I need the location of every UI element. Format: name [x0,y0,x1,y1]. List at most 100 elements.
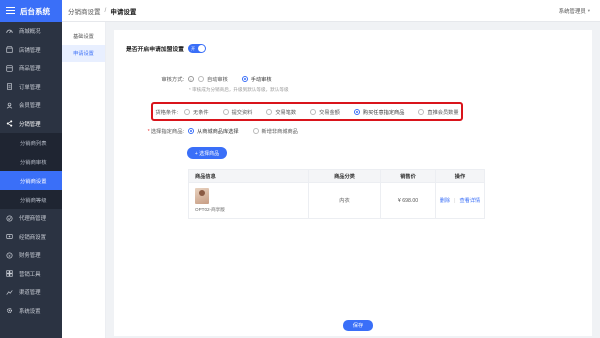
sidebar-item-system[interactable]: 系统设置 [0,302,62,321]
agent-icon [6,215,13,222]
sidebar: 后台系统 商城概况 店铺管理 商品管理 订单管理 会员管理 分销管理 分销商列表… [0,0,62,338]
radio-add-external[interactable]: 新增非商城商品 [252,128,298,135]
sidebar-item-order[interactable]: 订单管理 [0,78,62,97]
radio-manual-audit[interactable]: 手动审核 [241,76,272,83]
apply-toggle-row: 是否开启申请加盟设置 开 [126,44,206,53]
operation-cell: 删除 | 查看详情 [435,182,485,219]
radio-label: 交易金额 [319,109,340,116]
radio-label: 从商城商品库选择 [197,128,239,135]
delete-link[interactable]: 删除 [440,198,450,204]
sidebar-item-label: 订单管理 [19,84,41,91]
sidebar-item-dealer[interactable]: 经销商设置 [0,228,62,247]
tab-basic-settings[interactable]: 基础设置 [62,28,105,45]
menu-icon[interactable] [6,7,15,15]
sidebar-nav-lower: 代理商管理 经销商设置 ¥ 财务管理 营销工具 渠道管理 系统设置 [0,209,62,320]
gear-icon [6,308,13,314]
channel-icon [6,289,13,295]
radio-label: 无条件 [193,109,209,116]
sidebar-subitem-distributor-list[interactable]: 分销商列表 [0,133,62,152]
sidebar-item-store[interactable]: 店铺管理 [0,41,62,60]
sidebar-item-label: 分销管理 [19,121,41,128]
sidebar-item-label: 店铺管理 [19,47,41,54]
column-header: 销售价 [380,169,436,183]
info-icon: i [188,76,194,82]
sidebar-item-label: 渠道管理 [19,290,41,297]
radio-circle-icon [222,109,229,115]
audit-method-label: 审核方式: [161,77,184,83]
goods-source-label: *选择指定商品: [124,127,184,135]
radio-no-condition[interactable]: 无条件 [184,109,209,116]
radio-label: 直推会员数量 [427,109,459,116]
radio-checked-icon [241,76,248,82]
sidebar-item-label: 营销工具 [19,271,41,278]
product-thumbnail [195,188,209,204]
radio-circle-icon [418,109,425,115]
radio-trade-count[interactable]: 交易笔数 [266,109,296,116]
sidebar-item-channel[interactable]: 渠道管理 [0,283,62,302]
audit-method-row: 审核方式: i 自动审核 手动审核 [124,75,286,83]
toggle-knob [197,45,205,52]
marketing-icon [6,270,13,277]
divider: | [454,198,456,204]
radio-checked-icon [353,109,360,115]
required-mark: * [147,129,150,135]
radio-direct-members[interactable]: 直推会员数量 [418,109,459,116]
sidebar-item-label: 代理商管理 [19,216,46,223]
toggle-state-label: 开 [190,45,196,51]
radio-buy-specified-goods[interactable]: 购买任意指定商品 [353,109,405,116]
goods-source-label-text: 选择指定商品: [150,129,184,135]
sidebar-subitem-distributor-audit[interactable]: 分销商审核 [0,152,62,171]
column-header: 商品信息 [188,169,309,183]
sidebar-item-finance[interactable]: ¥ 财务管理 [0,246,62,265]
sidebar-subitem-distributor-settings[interactable]: 分销商设置 [0,171,62,190]
radio-circle-icon [198,76,204,82]
table-row: OPT02-商享版 内衣 ¥ 698.00 删除 | 查看详情 [188,182,485,219]
view-detail-link[interactable]: 查看详情 [459,198,480,204]
dealer-icon [6,234,13,240]
store-icon [6,46,13,53]
goods-icon [6,65,13,72]
goods-source-row: *选择指定商品: 从商城商品库选择 新增非商城商品 [124,127,312,135]
sidebar-item-goods[interactable]: 商品管理 [0,59,62,78]
radio-label: 新增非商城商品 [261,128,298,135]
speedometer-icon [6,29,13,33]
sidebar-submenu: 分销商列表 分销商审核 分销商设置 分销商等级 [0,133,62,209]
secondary-menu: 基础设置 申请设置 [62,22,106,338]
audit-hint: * 审核成为分销商后，升级到默认等级，默认等级 [189,87,289,92]
radio-trade-amount[interactable]: 交易金额 [310,109,340,116]
condition-label: 货格条件: [155,110,178,116]
radio-submit-info[interactable]: 提交资料 [222,109,252,116]
sidebar-subitem-distributor-level[interactable]: 分销商等级 [0,190,62,209]
user-name: 系统管理员 [558,8,586,15]
app-title: 后台系统 [20,6,50,16]
goods-table: 商品信息 商品分类 销售价 操作 OPT02-商享版 内衣 ¥ 698.00 删… [188,169,485,219]
radio-auto-audit[interactable]: 自动审核 [198,76,228,83]
price-cell: ¥ 698.00 [380,182,436,219]
sidebar-item-overview[interactable]: 商城概况 [0,22,62,41]
save-button[interactable]: 保存 [343,320,373,331]
sidebar-item-marketing[interactable]: 营销工具 [0,265,62,284]
sidebar-item-member[interactable]: 会员管理 [0,96,62,115]
radio-circle-icon [184,109,190,115]
tab-apply-settings[interactable]: 申请设置 [62,45,105,62]
main-panel: 是否开启申请加盟设置 开 审核方式: i 自动审核 手动审核 * 审核成为分销商… [114,30,592,336]
goods-info-cell: OPT02-商享版 [188,182,309,219]
chevron-down-icon: ▾ [587,7,590,13]
radio-label: 购买任意指定商品 [362,109,405,116]
user-icon [6,102,13,109]
user-menu[interactable]: 系统管理员 ▾ [559,7,590,15]
radio-from-library[interactable]: 从商城商品库选择 [188,128,239,135]
sidebar-item-agent[interactable]: 代理商管理 [0,209,62,228]
share-icon [6,120,13,127]
select-goods-button[interactable]: + 选择商品 [187,147,227,159]
condition-row: 货格条件: 无条件 提交资料 交易笔数 交易金额 购买任意指定商品 直推会员数量 [128,108,473,116]
radio-label: 手动审核 [250,76,272,83]
sidebar-item-label: 商城概况 [19,29,41,36]
svg-text:¥: ¥ [8,254,11,258]
sidebar-nav: 商城概况 店铺管理 商品管理 订单管理 会员管理 分销管理 [0,22,62,133]
sidebar-item-distribution[interactable]: 分销管理 [0,115,62,134]
breadcrumb-parent[interactable]: 分销商设置 [68,6,101,16]
app-logo: 后台系统 [0,0,62,22]
apply-toggle-switch[interactable]: 开 [187,44,206,53]
sidebar-item-label: 商品管理 [19,66,41,73]
